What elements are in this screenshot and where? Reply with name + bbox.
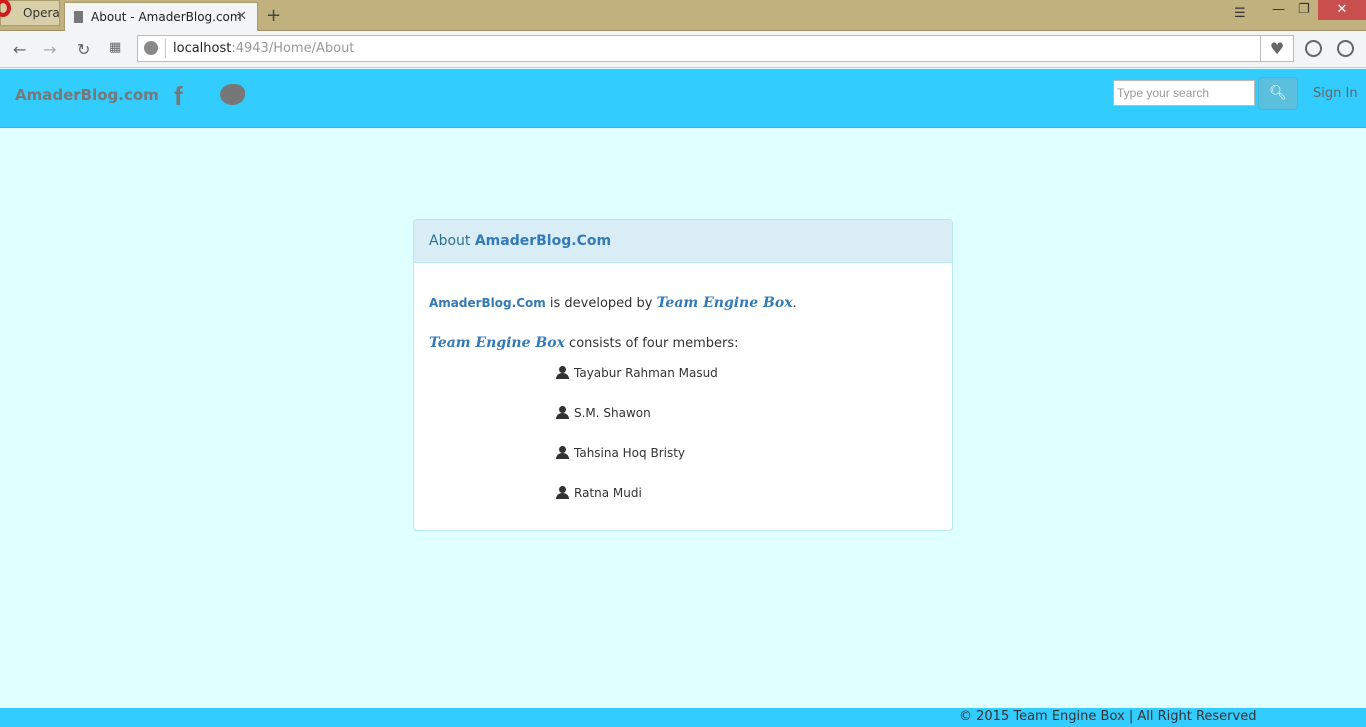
url-path: :4943/Home/About <box>231 41 355 56</box>
brand-link[interactable]: AmaderBlog.com <box>15 86 159 104</box>
footer: © 2015 Team Engine Box | All Right Reser… <box>0 708 1366 727</box>
copyright-text: © 2015 Team Engine Box | All Right Reser… <box>959 709 1257 724</box>
text: is developed by <box>545 296 657 311</box>
member-name: S.M. Shawon <box>574 406 651 420</box>
opera-logo-icon <box>0 0 11 17</box>
url-field[interactable]: localhost:4943/Home/About ♥ <box>137 35 1294 62</box>
members-intro-line: Team Engine Box consists of four members… <box>429 335 739 351</box>
new-tab-button[interactable]: + <box>266 5 281 26</box>
user-icon <box>556 406 569 419</box>
member-name: Tahsina Hoq Bristy <box>574 446 686 460</box>
user-icon <box>556 486 569 499</box>
bookmark-heart-icon[interactable]: ♥ <box>1260 36 1293 61</box>
browser-tab[interactable]: About - AmaderBlog.com ✕ <box>64 2 258 32</box>
member-list: Tayabur Rahman Masud S.M. Shawon Tahsina… <box>556 366 718 526</box>
about-panel: About AmaderBlog.Com AmaderBlog.Com is d… <box>413 219 953 531</box>
user-icon <box>556 446 569 459</box>
sign-in-link[interactable]: Sign In <box>1313 86 1358 101</box>
url-host: localhost <box>173 41 232 56</box>
facebook-icon[interactable]: f <box>174 81 183 112</box>
restore-button[interactable]: ❐ <box>1298 2 1310 17</box>
panel-heading: About AmaderBlog.Com <box>414 220 952 263</box>
developed-by-line: AmaderBlog.Com is developed by Team Engi… <box>429 295 797 311</box>
back-icon[interactable]: ← <box>13 40 26 59</box>
list-item: Ratna Mudi <box>556 486 718 526</box>
tab-title: About - AmaderBlog.com <box>91 10 242 24</box>
twitter-icon[interactable] <box>220 84 245 105</box>
opera-label: Opera <box>23 6 60 20</box>
search-icon: 🔍︎ <box>1269 85 1287 101</box>
url-text: localhost:4943/Home/About <box>173 41 354 56</box>
divider <box>165 39 166 58</box>
account-icon[interactable] <box>1337 40 1354 57</box>
list-item: Tayabur Rahman Masud <box>556 366 718 406</box>
reload-icon[interactable]: ↻ <box>77 40 90 59</box>
team-name: Team Engine Box <box>429 335 565 351</box>
close-window-button[interactable]: ✕ <box>1318 0 1366 20</box>
minimize-button[interactable]: — <box>1272 2 1285 17</box>
text: consists of four members: <box>564 336 739 351</box>
team-name: Team Engine Box <box>656 295 793 311</box>
speed-dial-icon[interactable]: ▦ <box>109 40 121 55</box>
member-name: Tayabur Rahman Masud <box>574 366 718 380</box>
search-button[interactable]: 🔍︎ <box>1258 77 1298 110</box>
heading-brand: AmaderBlog.Com <box>474 233 612 249</box>
page-icon <box>74 11 83 23</box>
download-icon[interactable] <box>1305 40 1322 57</box>
address-bar-area: ← → ↻ ▦ localhost:4943/Home/About ♥ <box>0 31 1366 68</box>
member-name: Ratna Mudi <box>574 486 642 500</box>
user-icon <box>556 366 569 379</box>
list-item: Tahsina Hoq Bristy <box>556 446 718 486</box>
search-input[interactable] <box>1113 80 1255 106</box>
site-navbar: AmaderBlog.com f 🔍︎ Sign In <box>0 69 1366 128</box>
site-info-icon[interactable] <box>144 41 158 55</box>
list-item: S.M. Shawon <box>556 406 718 446</box>
heading-prefix: About <box>429 233 475 249</box>
opera-menu-button[interactable]: Opera <box>0 0 60 26</box>
close-tab-icon[interactable]: ✕ <box>236 9 247 24</box>
tab-menu-icon[interactable]: ☰ <box>1234 6 1246 21</box>
browser-titlebar: Opera About - AmaderBlog.com ✕ + ☰ — ❐ ✕ <box>0 0 1366 32</box>
brand-name: AmaderBlog.Com <box>429 296 546 310</box>
forward-icon[interactable]: → <box>43 40 56 59</box>
text: . <box>792 296 797 311</box>
